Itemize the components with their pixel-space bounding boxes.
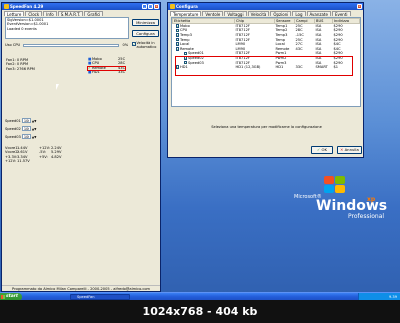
fans-list: Fan1: 0 RPM Fan2: 0 RPM Fan3: 2766 RPM (5, 58, 35, 71)
tab-log[interactable]: Log (292, 11, 306, 17)
image-caption: 1024x768 - 404 kb (0, 300, 400, 323)
speedfan-titlebar[interactable]: SpeedFan 4.29 _ □ × (2, 3, 160, 10)
tab-letture[interactable]: Letture (4, 11, 25, 17)
speedfan-app-icon (4, 4, 9, 9)
tab-velocita[interactable]: Velocità (247, 11, 270, 17)
tab-avanzate[interactable]: Avanzate (306, 11, 331, 17)
configure-button[interactable]: Configura (132, 30, 159, 37)
speed03-label: Speed03 (5, 134, 21, 139)
voltages-grid: Vcore1: 1.44V +12V: 2.24V Vcore2: 2.61V -5V: 5.… (5, 146, 63, 164)
remote-highlight (87, 65, 126, 71)
speed01-input[interactable] (21, 118, 31, 123)
tab-eventi[interactable]: Eventi (331, 11, 351, 17)
tab-info[interactable]: Info (43, 11, 57, 17)
remote-rows-highlight (175, 56, 353, 76)
ok-button[interactable]: ✓ OK (311, 146, 333, 154)
config-tabs: Temperature Ventole Voltaggi Velocità Op… (168, 10, 363, 17)
spinner-icon[interactable]: ▲▼ (32, 119, 37, 123)
event-log[interactable]: SigVersion=$1.0001 EventVersion=$1.0001 … (5, 17, 129, 39)
tab-grafici[interactable]: Grafici (84, 11, 104, 17)
desktop: Microsoft® Windows xp Professional Risor… (0, 0, 400, 306)
speed03-input[interactable] (21, 134, 31, 139)
config-dialog: Configura × Temperature Ventole Voltaggi… (167, 2, 364, 158)
fan-reading: Fan3: 2766 RPM (6, 66, 35, 71)
row-checkbox[interactable]: ✓ (175, 47, 179, 51)
auto-speed-label: Velocità in automatico (136, 41, 157, 49)
speedfan-title: SpeedFan 4.29 (10, 4, 44, 9)
speed01-control[interactable]: Speed01 ▲▼ (5, 118, 36, 123)
voltage-row: +12V: 11.57V (5, 159, 30, 164)
cancel-button[interactable]: ✕ Annulla (337, 146, 362, 154)
log-line: Loaded 0 events (7, 26, 37, 31)
speed01-label: Speed01 (5, 118, 21, 123)
row-checkbox[interactable]: ✓ (175, 42, 179, 46)
brand-xp: xp (367, 196, 376, 203)
cpu-usage-bar (23, 43, 120, 47)
maximize-icon[interactable]: □ (148, 4, 153, 9)
row-checkbox[interactable]: ✓ (175, 37, 179, 42)
row-checkbox[interactable]: ✓ (175, 33, 179, 37)
config-app-icon (170, 4, 175, 9)
minimize-button[interactable]: Minimizza (132, 19, 159, 26)
x-icon: ✕ (340, 147, 344, 152)
brand-windows: Windows (316, 198, 388, 214)
task-label: SpeedFan (77, 295, 95, 299)
cancel-label: Annulla (344, 147, 359, 152)
close-icon[interactable]: × (357, 4, 362, 9)
spinner-icon[interactable]: ▲▼ (32, 135, 37, 139)
config-title: Configura (176, 4, 198, 9)
speedfan-tabs: Letture Clock Info S.M.A.R.T. Grafici (2, 10, 160, 17)
mouse-cursor (56, 84, 59, 90)
config-hint: Seleziona una temperatura per modificarn… (211, 125, 322, 129)
tab-ventole[interactable]: Ventole (202, 11, 224, 17)
speed02-input[interactable] (21, 126, 31, 131)
taskbar: start SpeedFan 9.39 (0, 292, 400, 301)
speed02-control[interactable]: Speed02 ▲▼ (5, 126, 36, 131)
temp-row: ■ HD1 33C (88, 70, 126, 75)
ok-label: OK (321, 147, 327, 152)
close-icon[interactable]: × (154, 4, 159, 9)
auto-speed-checkbox[interactable]: ✓ Velocità in automatico (132, 41, 162, 49)
speed03-control[interactable]: Speed03 ▲▼ (5, 134, 36, 139)
tab-opzioni[interactable]: Opzioni (270, 11, 292, 17)
clock[interactable]: 9.39 (389, 295, 397, 299)
cpu-usage-label: Uso CPU (5, 43, 21, 47)
cpu-usage-row: Uso CPU 0% (5, 43, 128, 47)
tab-temperature[interactable]: Temperature (170, 11, 202, 17)
row-checkbox[interactable]: ✓ (175, 28, 179, 33)
check-icon: ✓ (317, 147, 321, 152)
row-checkbox[interactable]: ✓ (175, 24, 179, 28)
minimize-icon[interactable]: _ (142, 4, 147, 9)
tab-voltaggi[interactable]: Voltaggi (224, 11, 247, 17)
speedfan-footer: Programmato da Almico Milan Comparelli -… (2, 285, 160, 291)
windows-flag-icon (1, 295, 5, 299)
config-titlebar[interactable]: Configura × (168, 3, 363, 10)
speedfan-window: SpeedFan 4.29 _ □ × Letture Clock Info S… (1, 2, 161, 292)
tab-clock[interactable]: Clock (25, 11, 43, 17)
brand-edition: Professional (348, 213, 385, 220)
start-label: start (6, 294, 18, 299)
row-checkbox[interactable]: ✓ (183, 51, 187, 56)
checkbox-box[interactable]: ✓ (132, 42, 136, 46)
tab-smart[interactable]: S.M.A.R.T. (57, 11, 84, 17)
speed02-label: Speed02 (5, 126, 21, 131)
cpu-usage-value: 0% (122, 43, 129, 47)
spinner-icon[interactable]: ▲▼ (32, 127, 37, 131)
